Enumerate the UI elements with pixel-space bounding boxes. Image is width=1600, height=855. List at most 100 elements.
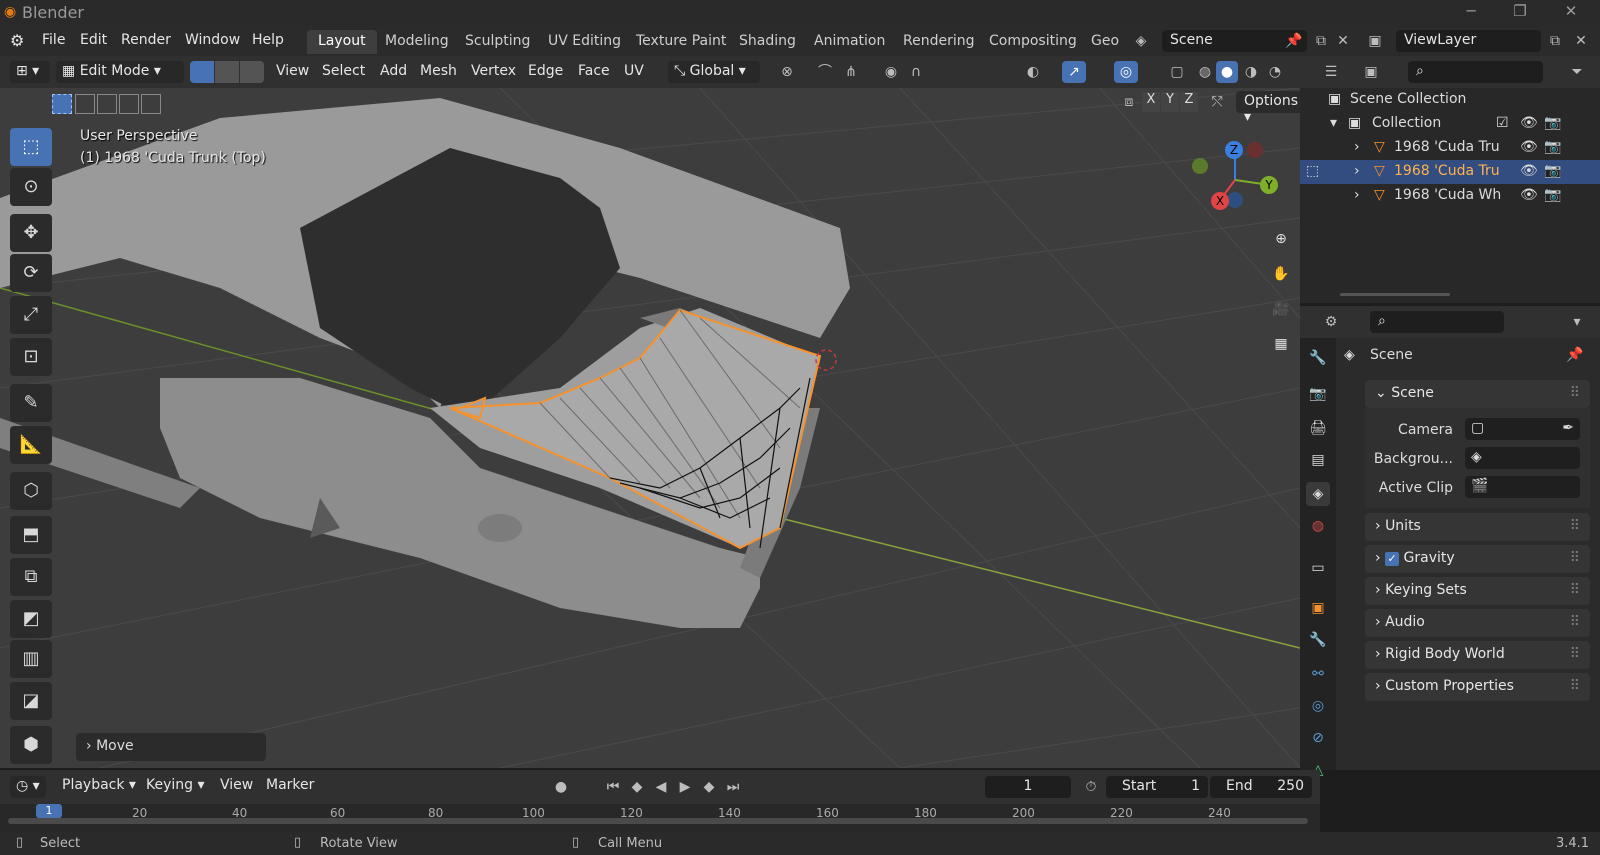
panel-units[interactable]: › Units ⠿ <box>1365 513 1590 541</box>
cursor-tool-icon[interactable]: ⊙ <box>10 168 52 206</box>
gizmo-y-label[interactable]: Y <box>1260 176 1278 194</box>
rendered-shading-icon[interactable]: ◔ <box>1264 61 1286 83</box>
delete-scene-icon[interactable]: ✕ <box>1332 30 1354 52</box>
editor-type-dropdown[interactable]: ⊞ ▾ <box>10 61 50 83</box>
expand-arrow-icon[interactable]: › <box>1354 187 1360 203</box>
camera-render-icon[interactable]: 📷 <box>1544 139 1561 155</box>
mirror-y-toggle[interactable]: Y <box>1161 92 1179 112</box>
vertex-select-icon[interactable] <box>190 61 214 83</box>
menu-edit[interactable]: Edit <box>80 32 107 48</box>
scene-browse-icon[interactable]: ◈ <box>1130 30 1152 52</box>
tab-sculpting[interactable]: Sculpting <box>454 30 541 54</box>
outliner-row-object-3[interactable]: › ▽ 1968 'Cuda Wh 👁 📷 <box>1300 184 1600 208</box>
tool-tab-icon[interactable]: 🔧 <box>1306 346 1330 370</box>
material-shading-icon[interactable]: ◑ <box>1240 61 1262 83</box>
expand-arrow-icon[interactable]: › <box>1354 139 1360 155</box>
proportional-edit-icon[interactable]: ◉ <box>880 61 902 83</box>
outliner-row-collection[interactable]: ▾ ▣ Collection ☑ 👁 📷 <box>1300 112 1600 136</box>
menu-vertex[interactable]: Vertex <box>471 63 516 79</box>
gizmo-x-label[interactable]: X <box>1211 192 1229 210</box>
tab-modeling[interactable]: Modeling <box>374 30 460 54</box>
menu-view[interactable]: View <box>276 63 309 79</box>
drag-handle-icon[interactable]: ⠿ <box>1570 582 1580 598</box>
visibility-icon[interactable]: ◐ <box>1022 61 1044 83</box>
menu-render[interactable]: Render <box>121 32 171 48</box>
menu-face[interactable]: Face <box>578 63 610 79</box>
camera-render-icon[interactable]: 📷 <box>1544 115 1561 131</box>
chevron-down-icon[interactable]: ▾ <box>1566 311 1588 333</box>
menu-mesh[interactable]: Mesh <box>420 63 457 79</box>
stopwatch-icon[interactable]: ⏱ <box>1080 776 1102 798</box>
select-mode-invert-icon[interactable] <box>119 94 139 114</box>
view-layer-tab-icon[interactable]: ▤ <box>1306 448 1330 472</box>
eye-icon[interactable]: 👁 <box>1520 139 1538 155</box>
gizmo-z-label[interactable]: Z <box>1225 141 1243 159</box>
render-tab-icon[interactable]: 📷 <box>1306 382 1330 406</box>
jump-keyframe-back-icon[interactable]: ◆ <box>626 776 648 798</box>
background-field[interactable]: ◈ <box>1465 447 1580 469</box>
menu-window[interactable]: Window <box>185 32 240 48</box>
outliner-row-object-2[interactable]: ⬚ › ▽ 1968 'Cuda Tru 👁 📷 <box>1300 160 1600 184</box>
eyedropper-icon[interactable]: ✒ <box>1562 420 1574 436</box>
blender-menu-icon[interactable]: ⚙ <box>10 31 24 50</box>
move-tool-icon[interactable]: ✥ <box>10 214 52 252</box>
tab-texture-paint[interactable]: Texture Paint <box>625 30 737 54</box>
menu-keying[interactable]: Keying ▾ <box>146 777 205 793</box>
solid-shading-icon[interactable]: ● <box>1216 61 1238 83</box>
camera-render-icon[interactable]: 📷 <box>1544 187 1561 203</box>
mirror-icon[interactable]: ⧈ <box>1118 91 1140 113</box>
outliner-row-object-1[interactable]: › ▽ 1968 'Cuda Tru 👁 📷 <box>1300 136 1600 160</box>
play-icon[interactable]: ▶ <box>674 776 696 798</box>
viewlayer-name-field[interactable]: ViewLayer <box>1396 30 1541 52</box>
modifier-tab-icon[interactable]: 🔧 <box>1306 628 1330 652</box>
expand-arrow-icon[interactable]: ▾ <box>1330 115 1337 131</box>
tab-layout[interactable]: Layout <box>307 30 377 54</box>
new-viewlayer-icon[interactable]: ⧉ <box>1544 30 1566 52</box>
menu-timeline-view[interactable]: View <box>220 777 253 793</box>
gravity-checkbox[interactable]: ✓ <box>1385 552 1400 566</box>
panel-keying-sets[interactable]: › Keying Sets ⠿ <box>1365 577 1590 605</box>
menu-add[interactable]: Add <box>380 63 407 79</box>
auto-merge-icon[interactable]: ⤲ <box>1206 91 1228 113</box>
close-icon[interactable]: ✕ <box>1556 2 1586 24</box>
transform-orientation-dropdown[interactable]: ⤡ Global ▾ <box>668 61 760 83</box>
loop-cut-tool-icon[interactable]: ▥ <box>10 640 52 678</box>
drag-handle-icon[interactable]: ⠿ <box>1570 385 1580 401</box>
delete-viewlayer-icon[interactable]: ✕ <box>1570 30 1592 52</box>
tab-uv-editing[interactable]: UV Editing <box>537 30 632 54</box>
filter-icon[interactable]: ⏷ <box>1566 61 1588 83</box>
tab-rendering[interactable]: Rendering <box>892 30 986 54</box>
xray-icon[interactable]: ▢ <box>1166 61 1188 83</box>
eye-icon[interactable]: 👁 <box>1520 163 1538 179</box>
poly-build-tool-icon[interactable]: ⬢ <box>10 726 52 764</box>
overlay-toggle-icon[interactable]: ◎ <box>1114 61 1138 83</box>
menu-file[interactable]: File <box>42 32 65 48</box>
particles-tab-icon[interactable]: ⚯ <box>1306 662 1330 686</box>
new-scene-icon[interactable]: ⧉ <box>1310 30 1332 52</box>
panel-scene-header[interactable]: ⌄ Scene ⠿ <box>1365 380 1590 408</box>
pin-icon[interactable]: 📌 <box>1283 30 1305 52</box>
select-box-tool-icon[interactable]: ⬚ <box>10 128 52 166</box>
panel-rigid-body-world[interactable]: › Rigid Body World ⠿ <box>1365 641 1590 669</box>
measure-tool-icon[interactable]: 📐 <box>10 426 52 464</box>
eye-icon[interactable]: 👁 <box>1520 187 1538 203</box>
edge-select-icon[interactable] <box>215 61 239 83</box>
mirror-z-toggle[interactable]: Z <box>1180 92 1198 112</box>
outliner-scrollbar[interactable] <box>1340 293 1450 296</box>
mode-dropdown[interactable]: ▦ Edit Mode ▾ <box>56 61 184 83</box>
face-select-icon[interactable] <box>240 61 264 83</box>
playhead[interactable]: 1 <box>36 804 62 818</box>
bevel-tool-icon[interactable]: ◩ <box>10 600 52 638</box>
select-mode-new-icon[interactable] <box>52 94 72 114</box>
rotate-tool-icon[interactable]: ⟳ <box>10 254 52 292</box>
play-reverse-icon[interactable]: ◀ <box>650 776 672 798</box>
physics-tab-icon[interactable]: ◎ <box>1306 694 1330 718</box>
menu-marker[interactable]: Marker <box>266 777 314 793</box>
knife-tool-icon[interactable]: ◪ <box>10 682 52 720</box>
eye-icon[interactable]: 👁 <box>1520 115 1538 131</box>
pan-hand-icon[interactable]: ✋ <box>1270 263 1292 285</box>
jump-end-icon[interactable]: ⏭ <box>722 776 744 798</box>
menu-edge[interactable]: Edge <box>528 63 563 79</box>
panel-audio[interactable]: › Audio ⠿ <box>1365 609 1590 637</box>
collection-tab-icon[interactable]: ▭ <box>1306 556 1330 580</box>
